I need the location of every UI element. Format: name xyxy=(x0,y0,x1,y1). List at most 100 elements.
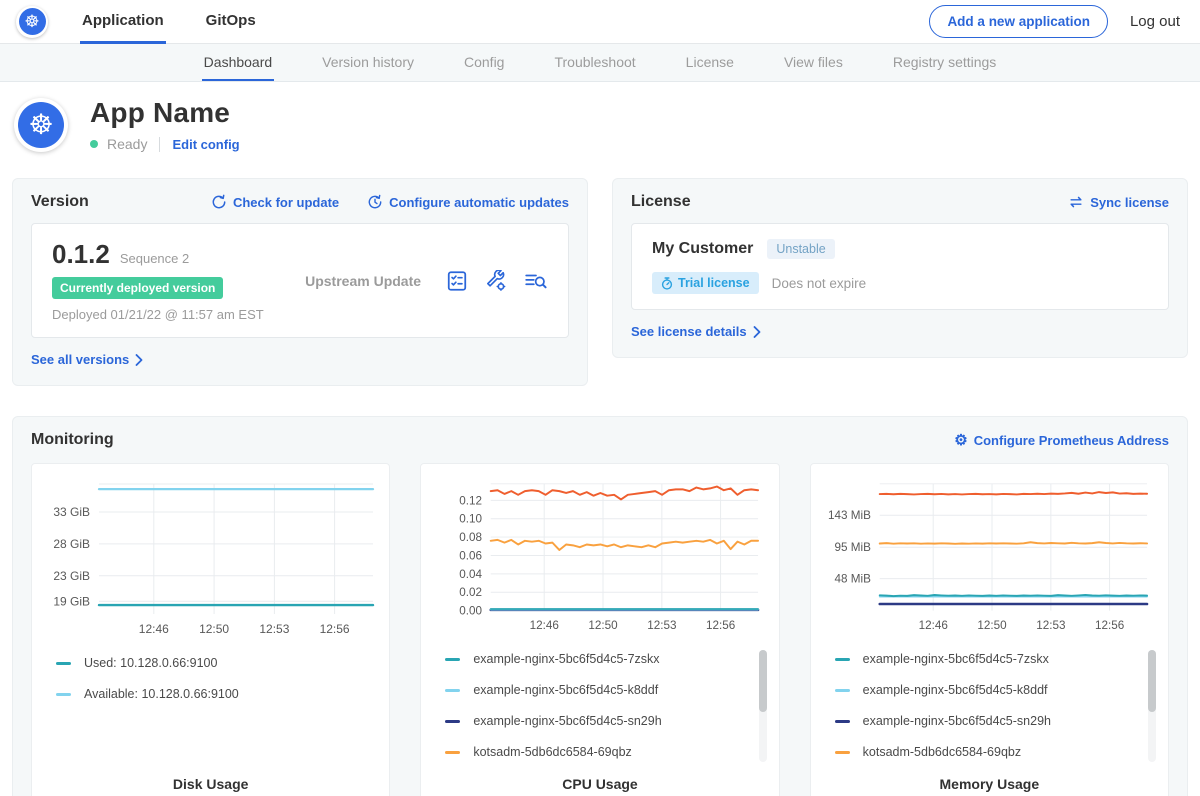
disk-usage-title: Disk Usage xyxy=(42,776,379,792)
license-card-title: License xyxy=(631,193,691,211)
kubernetes-logo[interactable]: ☸ xyxy=(16,6,48,38)
subtab-config[interactable]: Config xyxy=(462,44,506,81)
legend-item: example-nginx-5bc6f5d4c5-k8ddf xyxy=(835,683,1158,697)
version-card: Version Check for update Configure autom… xyxy=(12,178,588,386)
legend-item: example-nginx-5bc6f5d4c5-k8ddf xyxy=(445,683,768,697)
svg-text:95 MiB: 95 MiB xyxy=(835,541,872,554)
deployed-timestamp: Deployed 01/21/22 @ 11:57 am EST xyxy=(52,307,280,322)
svg-text:48 MiB: 48 MiB xyxy=(835,573,872,586)
see-license-details-link[interactable]: See license details xyxy=(631,324,761,339)
svg-text:12:50: 12:50 xyxy=(588,619,618,632)
tab-application[interactable]: Application xyxy=(80,0,166,44)
svg-text:28 GiB: 28 GiB xyxy=(53,537,90,551)
svg-text:0.02: 0.02 xyxy=(459,586,482,599)
svg-text:0.10: 0.10 xyxy=(459,513,482,526)
version-number: 0.1.2 xyxy=(52,239,110,270)
app-sub-nav: Dashboard Version history Config Trouble… xyxy=(0,44,1200,82)
sync-arrows-icon xyxy=(1068,195,1084,209)
stopwatch-icon xyxy=(661,277,673,290)
configure-automatic-updates-link[interactable]: Configure automatic updates xyxy=(367,194,569,210)
config-wrench-icon[interactable] xyxy=(485,270,507,292)
add-application-button[interactable]: Add a new application xyxy=(929,5,1108,38)
disk-usage-legend: Used: 10.128.0.66:9100 Available: 10.128… xyxy=(56,656,379,776)
svg-text:12:56: 12:56 xyxy=(1095,619,1124,632)
current-version-box: 0.1.2 Sequence 2 Currently deployed vers… xyxy=(31,223,569,338)
svg-text:19 GiB: 19 GiB xyxy=(53,594,90,608)
memory-usage-legend: example-nginx-5bc6f5d4c5-7zskx example-n… xyxy=(835,652,1158,776)
see-all-versions-link[interactable]: See all versions xyxy=(31,352,143,367)
kubernetes-helm-icon: ☸ xyxy=(18,102,64,148)
svg-text:0.08: 0.08 xyxy=(459,531,482,544)
legend-scrollbar[interactable] xyxy=(1148,650,1156,762)
trial-license-badge: Trial license xyxy=(652,272,759,294)
sequence-label: Sequence 2 xyxy=(120,251,189,266)
monitoring-card: Monitoring ⚙ Configure Prometheus Addres… xyxy=(12,416,1188,796)
subtab-dashboard[interactable]: Dashboard xyxy=(202,44,275,81)
svg-text:12:53: 12:53 xyxy=(259,622,289,636)
svg-text:12:53: 12:53 xyxy=(647,619,676,632)
cpu-usage-title: CPU Usage xyxy=(431,776,768,792)
page-title: App Name xyxy=(90,97,240,129)
memory-usage-title: Memory Usage xyxy=(821,776,1158,792)
logout-button[interactable]: Log out xyxy=(1130,13,1180,30)
clock-refresh-icon xyxy=(367,194,383,210)
status-ready-dot xyxy=(90,140,98,148)
disk-usage-chart: 19 GiB23 GiB28 GiB33 GiB12:4612:5012:531… xyxy=(43,476,379,640)
subtab-version-history[interactable]: Version history xyxy=(320,44,416,81)
sync-license-link[interactable]: Sync license xyxy=(1068,195,1169,210)
svg-text:0.06: 0.06 xyxy=(459,549,482,562)
check-for-update-link[interactable]: Check for update xyxy=(211,194,339,210)
legend-item: example-nginx-5bc6f5d4c5-7zskx xyxy=(835,652,1158,666)
license-details-box: My Customer Unstable Trial license Does … xyxy=(631,223,1169,310)
preflight-checks-icon[interactable] xyxy=(446,270,468,292)
view-logs-icon[interactable] xyxy=(524,270,548,292)
monitoring-title: Monitoring xyxy=(31,431,114,449)
cpu-usage-legend: example-nginx-5bc6f5d4c5-7zskx example-n… xyxy=(445,652,768,776)
configure-prometheus-link[interactable]: ⚙ Configure Prometheus Address xyxy=(954,433,1169,448)
legend-item: kotsadm-5db6dc6584-69qbz xyxy=(835,745,1158,759)
svg-text:33 GiB: 33 GiB xyxy=(53,505,90,519)
chevron-right-icon xyxy=(135,354,143,366)
edit-config-link[interactable]: Edit config xyxy=(172,137,239,152)
legend-item: Used: 10.128.0.66:9100 xyxy=(56,656,379,670)
version-source-label: Upstream Update xyxy=(280,273,446,289)
scrollbar-thumb[interactable] xyxy=(1148,650,1156,712)
legend-item: kotsadm-5db6dc6584-69qbz xyxy=(445,745,768,759)
scrollbar-thumb[interactable] xyxy=(759,650,767,712)
divider xyxy=(159,137,160,152)
refresh-icon xyxy=(211,194,227,210)
license-card: License Sync license My Customer Unstabl… xyxy=(612,178,1188,358)
svg-text:0.12: 0.12 xyxy=(459,494,482,507)
legend-scrollbar[interactable] xyxy=(759,650,767,762)
subtab-troubleshoot[interactable]: Troubleshoot xyxy=(552,44,637,81)
kubernetes-helm-icon: ☸ xyxy=(19,8,46,35)
gear-icon: ⚙ xyxy=(954,433,967,448)
memory-usage-chart: 48 MiB 95 MiB 143 MiB 12:46 12:50 12:53 12:56 xyxy=(821,476,1157,636)
subtab-registry-settings[interactable]: Registry settings xyxy=(891,44,998,81)
svg-text:0.00: 0.00 xyxy=(459,605,482,618)
svg-text:12:53: 12:53 xyxy=(1037,619,1066,632)
tab-gitops[interactable]: GitOps xyxy=(204,0,258,44)
legend-item: example-nginx-5bc6f5d4c5-sn29h xyxy=(835,714,1158,728)
cpu-usage-chart: 0.00 0.02 0.04 0.06 0.08 0.10 0.12 12:46 12:50 12… xyxy=(432,476,768,636)
version-card-title: Version xyxy=(31,193,89,211)
svg-text:12:46: 12:46 xyxy=(138,622,168,636)
channel-badge: Unstable xyxy=(767,239,834,259)
svg-text:12:50: 12:50 xyxy=(199,622,229,636)
memory-usage-panel: 48 MiB95 MiB143 MiB12:4612:5012:5312:56 … xyxy=(810,463,1169,796)
subtab-view-files[interactable]: View files xyxy=(782,44,845,81)
svg-text:12:46: 12:46 xyxy=(919,619,948,632)
svg-text:12:46: 12:46 xyxy=(530,619,559,632)
legend-item: Available: 10.128.0.66:9100 xyxy=(56,687,379,701)
svg-text:12:50: 12:50 xyxy=(978,619,1008,632)
subtab-license[interactable]: License xyxy=(684,44,736,81)
license-expiry-text: Does not expire xyxy=(772,276,867,291)
disk-usage-panel: 19 GiB23 GiB28 GiB33 GiB12:4612:5012:531… xyxy=(31,463,390,796)
svg-text:143 MiB: 143 MiB xyxy=(828,509,871,522)
legend-item: example-nginx-5bc6f5d4c5-sn29h xyxy=(445,714,768,728)
top-nav: ☸ Application GitOps Add a new applicati… xyxy=(0,0,1200,44)
status-text: Ready xyxy=(107,136,147,152)
svg-text:0.04: 0.04 xyxy=(459,568,482,581)
svg-text:23 GiB: 23 GiB xyxy=(53,569,90,583)
deployed-version-badge: Currently deployed version xyxy=(52,277,223,299)
